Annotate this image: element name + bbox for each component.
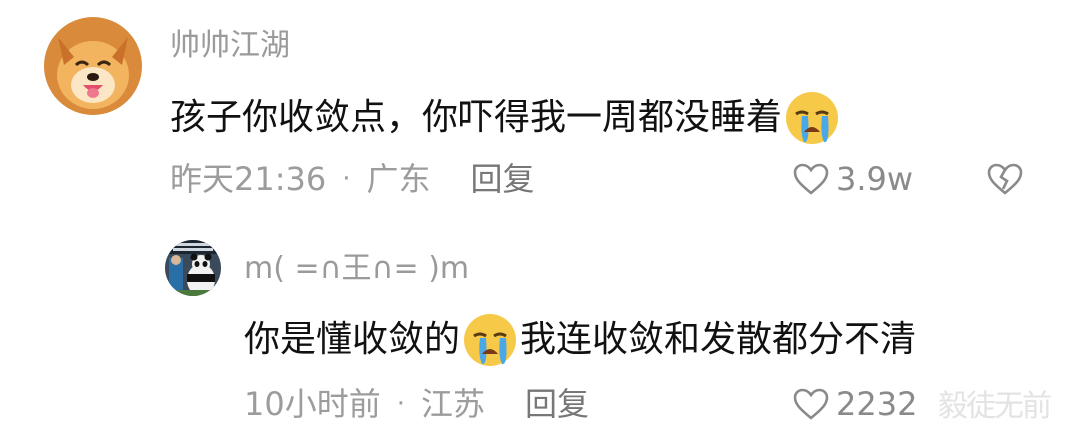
shiba-dog-avatar-icon	[44, 17, 142, 115]
meta-separator: ·	[342, 164, 351, 194]
comment-username[interactable]: 帅帅江湖	[170, 31, 290, 61]
reply-user-avatar[interactable]	[165, 240, 221, 296]
comment-meta: 昨天21:36 · 广东 回复	[170, 163, 535, 195]
comment-text-body: 孩子你收敛点，你吓得我一周都没睡着	[170, 97, 783, 138]
meta-separator: ·	[396, 389, 405, 419]
reply-text: 你是懂收敛的 我连收敛和发散都分不清	[244, 312, 916, 368]
comment-dislike-button[interactable]	[986, 162, 1024, 200]
comment-like-button[interactable]: 3.9w	[792, 162, 913, 196]
panda-avatar-icon	[165, 240, 221, 296]
comment-reply-button[interactable]: 回复	[471, 163, 535, 195]
reply-meta: 10小时前 · 江苏 回复	[244, 388, 589, 420]
reply-like-count: 2232	[836, 385, 918, 423]
reply-location: 江苏	[421, 385, 486, 423]
reply-reply-button[interactable]: 回复	[525, 388, 589, 420]
reply-username[interactable]: m( =∩王∩= )m	[244, 254, 469, 284]
reply-time: 10小时前	[244, 385, 381, 423]
comment-text: 孩子你收敛点，你吓得我一周都没睡着	[170, 90, 840, 146]
reply-like-button[interactable]: 2232	[792, 387, 917, 421]
user-avatar[interactable]	[44, 17, 142, 115]
comment-like-count: 3.9w	[836, 160, 914, 198]
heart-outline-icon	[793, 388, 829, 420]
reply-text-after: 我连收敛和发散都分不清	[520, 319, 917, 360]
comment-time: 昨天21:36	[170, 160, 327, 198]
crying-face-emoji-icon	[464, 314, 517, 366]
reply-text-before: 你是懂收敛的	[244, 319, 461, 360]
heart-outline-icon	[793, 163, 829, 195]
broken-heart-icon	[987, 163, 1023, 195]
watermark: 毅徒无前	[938, 389, 1052, 424]
comment-location: 广东	[366, 160, 431, 198]
crying-face-emoji-icon	[786, 92, 839, 144]
